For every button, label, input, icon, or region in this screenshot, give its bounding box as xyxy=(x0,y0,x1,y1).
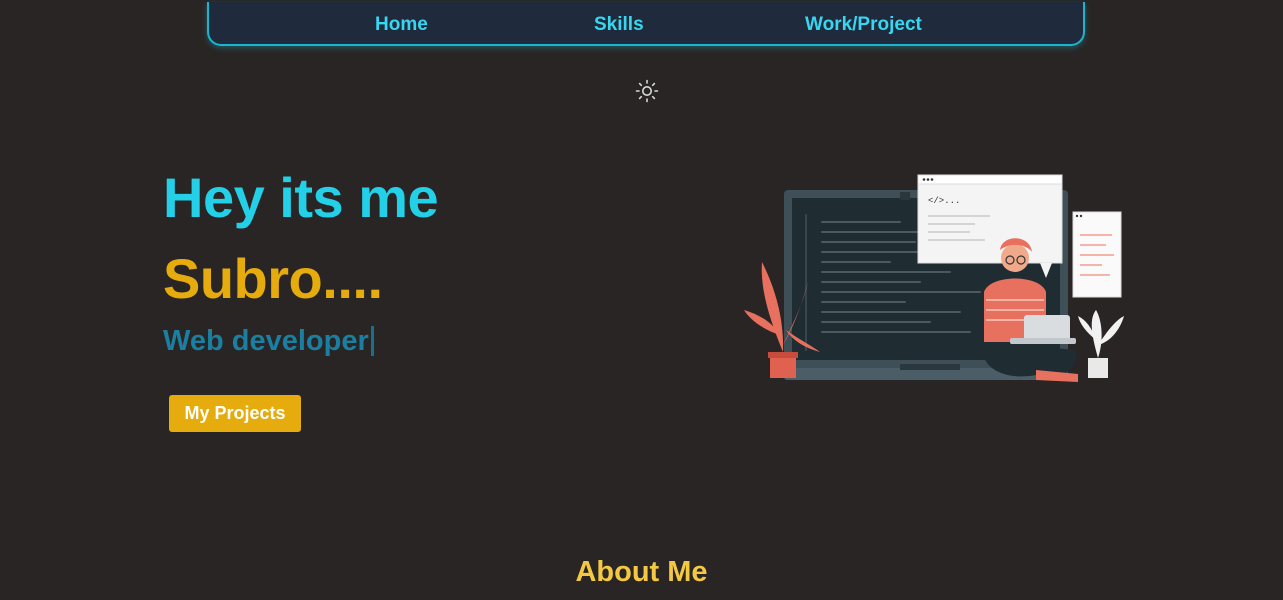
nav-link-skills[interactable]: Skills xyxy=(594,14,644,36)
nav-link-home[interactable]: Home xyxy=(375,14,428,36)
hero-name: Subro.... xyxy=(163,247,383,310)
about-heading: About Me xyxy=(575,556,708,588)
nav-link-work-project[interactable]: Work/Project xyxy=(805,14,922,36)
theme-toggle-button[interactable] xyxy=(635,79,659,103)
sun-icon xyxy=(635,79,659,103)
hero-role: Web developer xyxy=(163,325,374,358)
hero-role-text: Web developer xyxy=(163,325,369,357)
top-navbar: Home Skills Work/Project xyxy=(207,2,1085,46)
typing-cursor xyxy=(370,326,374,356)
hero-greeting: Hey its me xyxy=(163,166,439,229)
developer-illustration: </>... xyxy=(744,174,1124,382)
code-tag-text: </>... xyxy=(928,196,960,206)
my-projects-button[interactable]: My Projects xyxy=(169,395,301,432)
